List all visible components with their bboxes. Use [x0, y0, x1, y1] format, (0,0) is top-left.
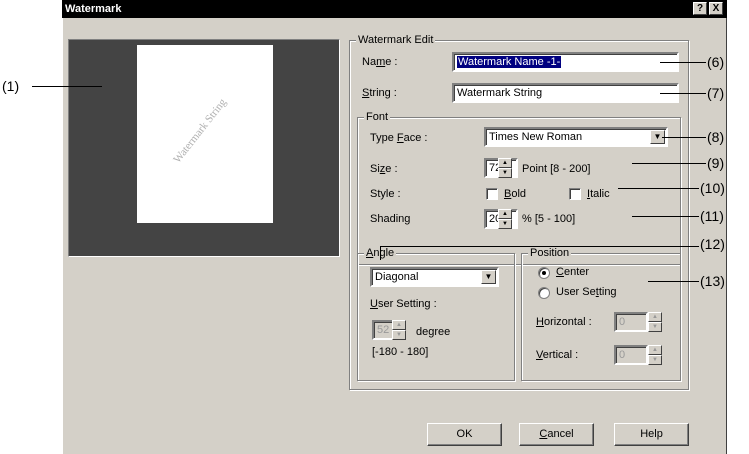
degree-range: [-180 - 180]: [372, 346, 429, 358]
typeface-label: Type Face :: [370, 132, 428, 144]
callout-line-9: [632, 163, 706, 164]
spin-down-icon[interactable]: ▼: [498, 219, 512, 229]
spin-down-icon[interactable]: ▼: [498, 168, 512, 178]
ok-button[interactable]: OK: [427, 423, 502, 446]
watermark-preview: Watermark String: [68, 39, 340, 257]
degree-label: degree: [416, 326, 451, 338]
name-label: Name :: [362, 56, 398, 68]
help-icon[interactable]: ?: [693, 2, 707, 15]
callout-6: (6): [707, 54, 725, 70]
chevron-down-icon[interactable]: ▼: [481, 270, 496, 284]
vertical-label: Vertical :: [536, 349, 579, 361]
watermark-edit-legend: Watermark Edit: [356, 34, 436, 46]
close-icon[interactable]: X: [709, 2, 723, 15]
italic-label: Italic: [587, 188, 610, 200]
callout-line-7: [660, 93, 706, 94]
italic-checkbox[interactable]: [569, 188, 581, 200]
bold-checkbox[interactable]: [486, 188, 498, 200]
callout-line-12-drop: [380, 246, 381, 260]
spin-down-icon[interactable]: ▼: [392, 330, 406, 340]
dialog-title-bar: Watermark: [62, 0, 727, 18]
callout-12: (12): [700, 236, 725, 252]
position-legend: Position: [528, 247, 572, 259]
center-radio[interactable]: [538, 267, 550, 279]
callout-line-10: [618, 188, 699, 189]
size-label: Size :: [370, 163, 398, 175]
preview-watermark-text: Watermark String: [171, 96, 229, 166]
shading-unit: % [5 - 100]: [522, 213, 576, 225]
spin-up-icon[interactable]: ▲: [498, 158, 512, 168]
help-button[interactable]: Help: [614, 423, 689, 446]
callout-line-11: [632, 216, 699, 217]
callout-line-13: [648, 281, 699, 282]
callout-7: (7): [707, 85, 725, 101]
callout-8: (8): [707, 129, 725, 145]
callout-line-6: [660, 62, 706, 63]
horizontal-spinner[interactable]: ▲ ▼: [648, 312, 662, 332]
shading-label: Shading: [370, 213, 411, 225]
horizontal-label: Horizontal :: [536, 316, 592, 328]
style-label: Style :: [370, 188, 401, 200]
vertical-spinner[interactable]: ▲ ▼: [648, 345, 662, 365]
spin-up-icon[interactable]: ▲: [648, 345, 662, 355]
spin-down-icon[interactable]: ▼: [648, 322, 662, 332]
position-user-setting-label: User Setting: [556, 286, 617, 298]
bold-label: Bold: [504, 188, 527, 200]
spin-down-icon[interactable]: ▼: [648, 355, 662, 365]
vertical-input[interactable]: 0: [614, 345, 648, 365]
user-setting-radio[interactable]: [538, 287, 550, 299]
user-setting-label: User Setting :: [370, 298, 437, 310]
preview-page: Watermark String: [137, 45, 273, 223]
name-input[interactable]: Watermark Name -1-: [452, 52, 679, 72]
typeface-select[interactable]: Times New Roman ▼: [484, 127, 668, 147]
string-input[interactable]: Watermark String: [452, 83, 679, 103]
cancel-button[interactable]: Cancel: [519, 423, 594, 446]
callout-1: (1): [2, 78, 20, 94]
shading-spinner[interactable]: ▲ ▼: [498, 209, 512, 229]
callout-9: (9): [707, 155, 725, 171]
spin-up-icon[interactable]: ▲: [648, 312, 662, 322]
size-spinner[interactable]: ▲ ▼: [498, 158, 512, 178]
callout-line-8: [662, 137, 706, 138]
string-label: String :: [362, 87, 397, 99]
callout-line-12: [380, 246, 699, 247]
spin-up-icon[interactable]: ▲: [498, 209, 512, 219]
angle-select[interactable]: Diagonal ▼: [370, 267, 499, 287]
horizontal-input[interactable]: 0: [614, 312, 648, 332]
center-label: Center: [556, 266, 590, 278]
callout-line-1: [32, 86, 102, 87]
callout-13: (13): [700, 273, 725, 289]
callout-11: (11): [700, 208, 724, 224]
spin-up-icon[interactable]: ▲: [392, 320, 406, 330]
callout-10: (10): [700, 180, 725, 196]
dialog-title: Watermark: [65, 3, 122, 15]
size-unit: Point [8 - 200]: [522, 163, 591, 175]
degree-spinner[interactable]: ▲ ▼: [392, 320, 406, 340]
font-legend: Font: [364, 111, 391, 123]
